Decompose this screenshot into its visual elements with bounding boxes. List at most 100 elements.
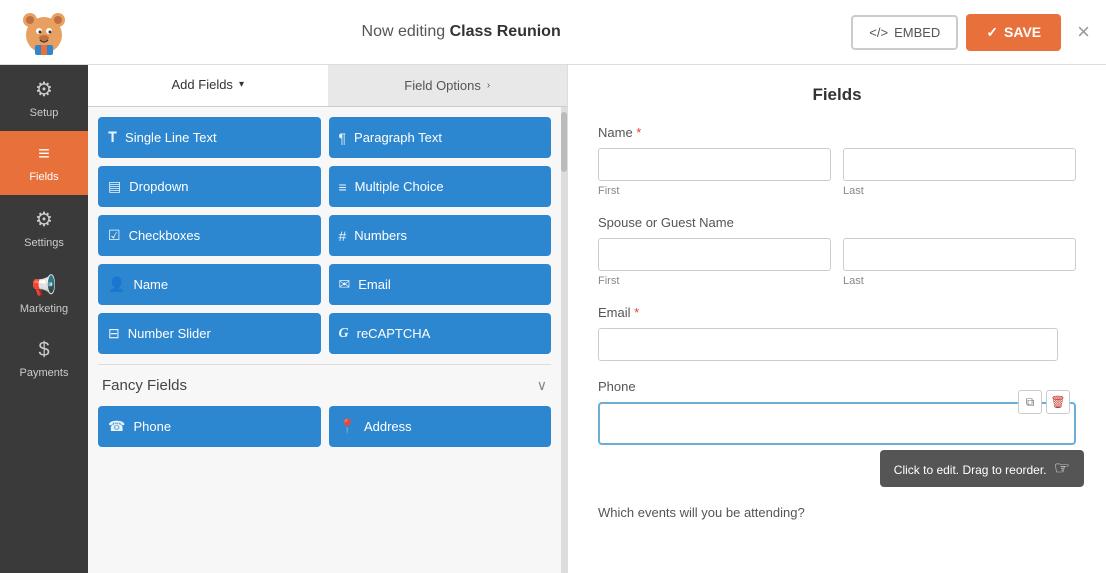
form-label-events: Which events will you be attending?: [598, 505, 1076, 520]
field-btn-dropdown[interactable]: ▤ Dropdown: [98, 166, 321, 207]
field-btn-name[interactable]: 👤 Name: [98, 264, 321, 305]
embed-code-icon: </>: [869, 25, 888, 40]
form-field-events-partial: Which events will you be attending?: [598, 505, 1076, 520]
field-btn-single-line-text-label: Single Line Text: [125, 130, 217, 145]
field-btn-name-label: Name: [133, 277, 168, 292]
phone-field-wrapper[interactable]: ⧉ 🗑 Click to edit. Drag to reorder. ☞: [598, 402, 1076, 445]
spouse-first-col: First: [598, 238, 831, 287]
tab-add-fields[interactable]: Add Fields ▾: [88, 65, 328, 106]
form-label-spouse-guest: Spouse or Guest Name: [598, 215, 1076, 230]
tab-bar: Add Fields ▾ Field Options ›: [88, 65, 567, 107]
field-btn-paragraph-text-label: Paragraph Text: [354, 130, 442, 145]
last-name-input[interactable]: [843, 148, 1076, 181]
settings-icon: ⚙: [35, 207, 53, 232]
form-preview: Fields Name * First Last Spouse or Guest…: [568, 65, 1106, 573]
form-field-name: Name * First Last: [598, 125, 1076, 197]
numbers-icon: #: [339, 228, 347, 244]
form-title: Fields: [598, 85, 1076, 105]
header: Now editing Class Reunion </> EMBED ✓ SA…: [0, 0, 1106, 65]
field-btn-single-line-text[interactable]: 𝐓 Single Line Text: [98, 117, 321, 158]
copy-field-button[interactable]: ⧉: [1018, 390, 1042, 414]
left-scroll-thumb: [561, 112, 567, 172]
sidebar-item-settings[interactable]: ⚙ Settings: [0, 195, 88, 261]
tab-field-options[interactable]: Field Options ›: [328, 65, 568, 106]
fields-grid: 𝐓 Single Line Text ¶ Paragraph Text ▤ Dr…: [98, 117, 551, 354]
header-actions: </> EMBED ✓ SAVE ×: [851, 14, 1090, 51]
name-row: First Last: [598, 148, 1076, 197]
last-name-sublabel: Last: [843, 185, 1076, 197]
paragraph-text-icon: ¶: [339, 130, 347, 146]
form-label-email: Email *: [598, 305, 1076, 320]
phone-icon: ☎: [108, 418, 125, 435]
field-btn-paragraph-text[interactable]: ¶ Paragraph Text: [329, 117, 552, 158]
spouse-last-input[interactable]: [843, 238, 1076, 271]
field-btn-checkboxes-label: Checkboxes: [129, 228, 201, 243]
sidebar-item-payments[interactable]: $ Payments: [0, 327, 88, 391]
logo: [16, 5, 71, 60]
left-scrollbar[interactable]: [561, 107, 567, 573]
sidebar: ⚙ Setup ≡ Fields ⚙ Settings 📢 Marketing …: [0, 65, 88, 573]
close-button[interactable]: ×: [1077, 19, 1090, 45]
main-content: ⚙ Setup ≡ Fields ⚙ Settings 📢 Marketing …: [0, 65, 1106, 573]
single-line-text-icon: 𝐓: [108, 129, 117, 146]
sidebar-item-fields[interactable]: ≡ Fields: [0, 131, 88, 195]
address-icon: 📍: [339, 418, 356, 435]
sidebar-label-fields: Fields: [29, 171, 58, 183]
check-icon: ✓: [986, 24, 998, 41]
spouse-first-label: First: [598, 275, 831, 287]
multiple-choice-icon: ≡: [339, 179, 347, 195]
field-btn-multiple-choice-label: Multiple Choice: [355, 179, 444, 194]
field-btn-address[interactable]: 📍 Address: [329, 406, 552, 447]
sidebar-item-setup[interactable]: ⚙ Setup: [0, 65, 88, 131]
first-name-input[interactable]: [598, 148, 831, 181]
form-field-phone: Phone ⧉ 🗑 Click to edit. Drag to reorder…: [598, 379, 1076, 445]
email-input[interactable]: [598, 328, 1058, 361]
field-btn-recaptcha-label: reCAPTCHA: [357, 326, 431, 341]
tab-add-fields-label: Add Fields: [172, 77, 233, 92]
field-btn-numbers[interactable]: # Numbers: [329, 215, 552, 256]
fields-icon: ≡: [38, 143, 50, 166]
chevron-right-icon: ›: [487, 80, 490, 91]
field-btn-email[interactable]: ✉ Email: [329, 264, 552, 305]
embed-button[interactable]: </> EMBED: [851, 15, 958, 50]
field-btn-multiple-choice[interactable]: ≡ Multiple Choice: [329, 166, 552, 207]
setup-icon: ⚙: [35, 77, 53, 102]
field-btn-numbers-label: Numbers: [354, 228, 407, 243]
checkboxes-icon: ☑: [108, 227, 121, 244]
field-btn-recaptcha[interactable]: G reCAPTCHA: [329, 313, 552, 354]
recaptcha-icon: G: [339, 326, 349, 342]
field-btn-number-slider-label: Number Slider: [128, 326, 211, 341]
fields-scroll-area: 𝐓 Single Line Text ¶ Paragraph Text ▤ Dr…: [88, 107, 567, 573]
fancy-fields-label: Fancy Fields: [102, 377, 187, 394]
last-name-col: Last: [843, 148, 1076, 197]
cursor-icon: ☞: [1054, 458, 1070, 478]
first-name-col: First: [598, 148, 831, 197]
form-label-phone: Phone: [598, 379, 1076, 394]
page-title: Now editing Class Reunion: [71, 23, 851, 41]
field-btn-address-label: Address: [364, 419, 412, 434]
name-icon: 👤: [108, 276, 125, 293]
dropdown-icon: ▤: [108, 178, 121, 195]
field-btn-email-label: Email: [358, 277, 391, 292]
delete-field-button[interactable]: 🗑: [1046, 390, 1070, 414]
spouse-last-label: Last: [843, 275, 1076, 287]
field-btn-phone[interactable]: ☎ Phone: [98, 406, 321, 447]
field-btn-checkboxes[interactable]: ☑ Checkboxes: [98, 215, 321, 256]
fancy-fields-header[interactable]: Fancy Fields ∨: [98, 364, 551, 406]
marketing-icon: 📢: [32, 273, 57, 298]
field-btn-number-slider[interactable]: ⊟ Number Slider: [98, 313, 321, 354]
tooltip: Click to edit. Drag to reorder. ☞: [880, 450, 1084, 487]
sidebar-item-marketing[interactable]: 📢 Marketing: [0, 261, 88, 327]
sidebar-label-marketing: Marketing: [20, 303, 68, 315]
sidebar-label-payments: Payments: [20, 367, 69, 379]
left-panel: Add Fields ▾ Field Options › 𝐓 Single Li…: [88, 65, 568, 573]
phone-field-actions: ⧉ 🗑: [1018, 390, 1070, 414]
spouse-last-col: Last: [843, 238, 1076, 287]
number-slider-icon: ⊟: [108, 325, 120, 342]
save-button[interactable]: ✓ SAVE: [966, 14, 1061, 51]
sidebar-label-setup: Setup: [30, 107, 59, 119]
field-btn-dropdown-label: Dropdown: [129, 179, 188, 194]
spouse-first-input[interactable]: [598, 238, 831, 271]
fields-grid-container: 𝐓 Single Line Text ¶ Paragraph Text ▤ Dr…: [88, 107, 561, 573]
phone-input[interactable]: [608, 412, 1066, 435]
